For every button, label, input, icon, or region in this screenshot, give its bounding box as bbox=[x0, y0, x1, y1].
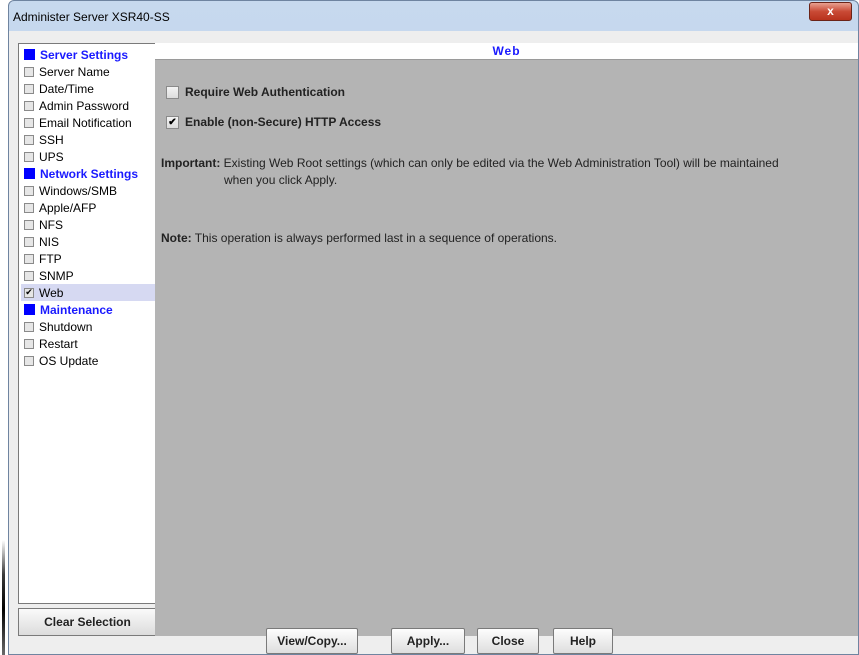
important-note: Important: Existing Web Root settings (w… bbox=[161, 155, 779, 189]
item-checkbox[interactable] bbox=[24, 66, 34, 77]
enable-http-option[interactable]: ✔ Enable (non-Secure) HTTP Access bbox=[166, 115, 381, 129]
button-bar: View/Copy... Apply... Close Help bbox=[9, 624, 858, 654]
desktop-edge bbox=[0, 0, 8, 655]
sidebar-item-label: OS Update bbox=[39, 353, 99, 368]
admin-dialog: Administer Server XSR40-SS x Server Sett… bbox=[8, 0, 859, 655]
sidebar-item-label: Windows/SMB bbox=[39, 183, 118, 198]
sidebar-item-shutdown[interactable]: Shutdown bbox=[21, 318, 156, 335]
sidebar-item-nfs[interactable]: NFS bbox=[21, 216, 156, 233]
sidebar-item-label: NFS bbox=[39, 217, 63, 232]
item-checkbox[interactable] bbox=[24, 270, 34, 281]
sidebar-item-label: Web bbox=[39, 285, 64, 300]
dialog-client: Server Settings Server Name Date/Time Admin… bbox=[9, 31, 858, 654]
item-checkbox[interactable] bbox=[24, 219, 34, 230]
sidebar-item-admin-password[interactable]: Admin Password bbox=[21, 97, 156, 114]
item-checkbox[interactable] bbox=[24, 355, 34, 366]
sidebar-item-os-update[interactable]: OS Update bbox=[21, 352, 156, 369]
sidebar-item-label: Date/Time bbox=[39, 81, 94, 96]
item-checkbox[interactable] bbox=[24, 321, 34, 332]
sidebar-item-nis[interactable]: NIS bbox=[21, 233, 156, 250]
sidebar-item-snmp[interactable]: SNMP bbox=[21, 267, 156, 284]
sidebar-item-restart[interactable]: Restart bbox=[21, 335, 156, 352]
enable-http-checkbox[interactable]: ✔ bbox=[166, 115, 179, 129]
item-checkbox[interactable] bbox=[24, 100, 34, 111]
sidebar-item-web[interactable]: ✔ Web bbox=[21, 284, 156, 301]
title-bar[interactable]: Administer Server XSR40-SS x bbox=[9, 1, 858, 31]
sidebar-item-apple-afp[interactable]: Apple/AFP bbox=[21, 199, 156, 216]
sidebar-item-label: Network Settings bbox=[40, 166, 139, 181]
sidebar-item-label: Shutdown bbox=[39, 319, 93, 334]
sidebar-item-ftp[interactable]: FTP bbox=[21, 250, 156, 267]
close-button[interactable]: Close bbox=[477, 628, 539, 654]
section-marker-icon bbox=[24, 49, 35, 60]
close-window-button[interactable]: x bbox=[809, 2, 852, 21]
check-icon: ✔ bbox=[25, 287, 33, 297]
sidebar-item-label: SNMP bbox=[39, 268, 74, 283]
settings-sidebar: Server Settings Server Name Date/Time Admin… bbox=[18, 43, 157, 604]
sidebar-item-label: NIS bbox=[39, 234, 60, 249]
sidebar-item-label: Server Name bbox=[39, 64, 110, 79]
item-checkbox[interactable]: ✔ bbox=[24, 287, 34, 298]
note-label: Note: bbox=[161, 231, 192, 245]
view-copy-button[interactable]: View/Copy... bbox=[266, 628, 358, 654]
item-checkbox[interactable] bbox=[24, 134, 34, 145]
sidebar-item-label: FTP bbox=[39, 251, 62, 266]
sidebar-item-ups[interactable]: UPS bbox=[21, 148, 156, 165]
require-web-auth-option[interactable]: Require Web Authentication bbox=[166, 85, 345, 99]
window-title: Administer Server XSR40-SS bbox=[13, 10, 170, 24]
settings-list: Server Settings Server Name Date/Time Admin… bbox=[21, 46, 156, 369]
note-text: This operation is always performed last … bbox=[194, 231, 557, 245]
sidebar-item-date-time[interactable]: Date/Time bbox=[21, 80, 156, 97]
sidebar-section-server-settings[interactable]: Server Settings bbox=[21, 46, 156, 63]
panel-title: Web bbox=[155, 43, 858, 60]
sidebar-item-label: Maintenance bbox=[40, 302, 113, 317]
important-label: Important: bbox=[161, 156, 221, 170]
sidebar-item-label: Email Notification bbox=[39, 115, 132, 130]
section-marker-icon bbox=[24, 168, 35, 179]
sidebar-section-maintenance[interactable]: Maintenance bbox=[21, 301, 156, 318]
sidebar-item-label: Apple/AFP bbox=[39, 200, 97, 215]
item-checkbox[interactable] bbox=[24, 202, 34, 213]
sidebar-section-network-settings[interactable]: Network Settings bbox=[21, 165, 156, 182]
help-button[interactable]: Help bbox=[553, 628, 613, 654]
enable-http-label: Enable (non-Secure) HTTP Access bbox=[185, 115, 382, 129]
important-text-line2: when you click Apply. bbox=[224, 173, 338, 187]
operation-note: Note: This operation is always performed… bbox=[161, 230, 557, 247]
sidebar-item-server-name[interactable]: Server Name bbox=[21, 63, 156, 80]
important-text-line1: Existing Web Root settings (which can on… bbox=[223, 156, 779, 170]
check-icon: ✔ bbox=[168, 116, 177, 128]
require-web-auth-checkbox[interactable] bbox=[166, 85, 179, 99]
item-checkbox[interactable] bbox=[24, 151, 34, 162]
item-checkbox[interactable] bbox=[24, 185, 34, 196]
sidebar-item-label: Server Settings bbox=[40, 47, 129, 62]
item-checkbox[interactable] bbox=[24, 338, 34, 349]
close-icon: x bbox=[827, 4, 834, 18]
item-checkbox[interactable] bbox=[24, 117, 34, 128]
apply-button[interactable]: Apply... bbox=[391, 628, 465, 654]
web-settings-panel: Web Require Web Authentication ✔ Enable … bbox=[155, 43, 858, 636]
sidebar-item-ssh[interactable]: SSH bbox=[21, 131, 156, 148]
sidebar-item-label: Restart bbox=[39, 336, 78, 351]
sidebar-item-label: Admin Password bbox=[39, 98, 130, 113]
sidebar-item-label: SSH bbox=[39, 132, 64, 147]
sidebar-item-email-notification[interactable]: Email Notification bbox=[21, 114, 156, 131]
item-checkbox[interactable] bbox=[24, 83, 34, 94]
sidebar-item-label: UPS bbox=[39, 149, 64, 164]
require-web-auth-label: Require Web Authentication bbox=[185, 85, 346, 99]
item-checkbox[interactable] bbox=[24, 236, 34, 247]
item-checkbox[interactable] bbox=[24, 253, 34, 264]
sidebar-item-windows-smb[interactable]: Windows/SMB bbox=[21, 182, 156, 199]
section-marker-icon bbox=[24, 304, 35, 315]
